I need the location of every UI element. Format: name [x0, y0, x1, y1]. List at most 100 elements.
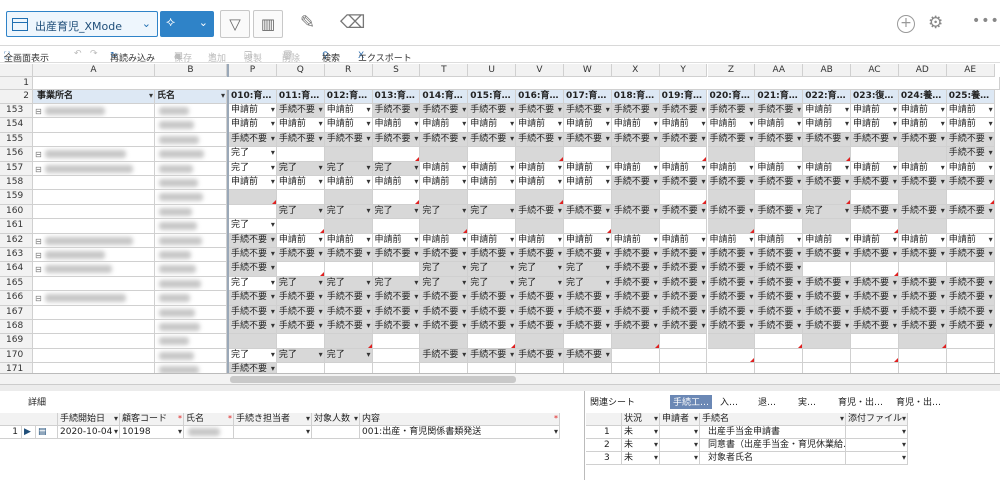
assignee-field[interactable] — [234, 426, 312, 439]
status-cell[interactable]: 申請前 — [803, 118, 852, 133]
procedure-name[interactable]: 同意書（出産手当金・育児休業給… — [700, 439, 846, 452]
status-cell[interactable] — [516, 363, 564, 373]
status-cell[interactable]: 手続不要 — [803, 320, 852, 335]
related-tab[interactable]: 退… — [758, 395, 776, 409]
status-cell[interactable]: 手続不要 — [851, 305, 899, 320]
status-cell[interactable]: 完了 — [229, 276, 277, 292]
status-cell[interactable]: 手続不要 — [707, 176, 756, 191]
person-name-cell[interactable] — [155, 132, 227, 148]
status-cell[interactable]: 手続不要 — [659, 305, 708, 320]
status-cell[interactable] — [946, 219, 995, 234]
status-cell[interactable] — [516, 190, 564, 205]
status-cell[interactable] — [898, 147, 947, 162]
status-cell[interactable] — [563, 363, 612, 373]
status-cell[interactable]: 申請前 — [803, 104, 852, 119]
status-cell[interactable] — [851, 147, 899, 162]
status-cell[interactable] — [229, 204, 277, 220]
filter-button[interactable]: ▽ — [220, 10, 250, 38]
status-cell[interactable] — [611, 219, 660, 234]
row-number[interactable]: 167 — [0, 305, 33, 320]
status-cell[interactable]: 手続不要 — [611, 305, 660, 320]
status-cell[interactable] — [898, 363, 947, 373]
row-number[interactable]: 168 — [0, 320, 33, 335]
status-cell[interactable]: 手続不要 — [803, 305, 852, 320]
status-cell[interactable]: 手続不要 — [755, 291, 804, 306]
status-cell[interactable]: 完了 — [229, 161, 277, 176]
procedure-header[interactable]: 024:養… — [898, 90, 947, 104]
collapse-icon[interactable]: ⊟ — [35, 236, 42, 247]
status-cell[interactable]: 手続不要 — [563, 204, 612, 220]
status-cell[interactable]: 手続不要 — [229, 233, 277, 248]
status-cell[interactable]: 申請前 — [611, 233, 660, 248]
column-header[interactable]: AE — [946, 64, 995, 77]
status-cell[interactable]: 手続不要 — [946, 248, 995, 263]
status-cell[interactable]: 申請前 — [898, 161, 947, 176]
status-cell[interactable]: 申請前 — [420, 118, 469, 133]
status-cell[interactable]: 申請前 — [276, 118, 325, 133]
person-name-cell[interactable] — [155, 262, 227, 277]
column-header[interactable]: AD — [898, 64, 947, 77]
status-cell[interactable] — [324, 334, 373, 349]
status-cell[interactable]: 手続不要 — [563, 348, 612, 364]
status-cell[interactable]: 申請前 — [372, 233, 421, 248]
row-number[interactable]: 170 — [0, 348, 33, 364]
status-cell[interactable]: 手続不要 — [755, 204, 804, 220]
column-header[interactable]: Y — [659, 64, 708, 77]
status-cell[interactable] — [420, 147, 469, 162]
status-cell[interactable]: 申請前 — [420, 161, 469, 176]
status-cell[interactable]: 完了 — [372, 204, 421, 220]
status-cell[interactable]: 手続不要 — [516, 204, 564, 220]
status-cell[interactable]: 手続不要 — [659, 132, 708, 148]
office-name-cell[interactable] — [33, 320, 155, 335]
status-cell[interactable]: 完了 — [229, 219, 277, 234]
status-cell[interactable]: 手続不要 — [611, 320, 660, 335]
status-cell[interactable] — [420, 190, 469, 205]
status-cell[interactable]: 申請前 — [755, 118, 804, 133]
status-cell[interactable]: 手続不要 — [946, 132, 995, 148]
status-cell[interactable]: 手続不要 — [851, 320, 899, 335]
status-cell[interactable]: 手続不要 — [468, 104, 517, 119]
status-cell[interactable]: 手続不要 — [707, 276, 756, 292]
status-cell[interactable]: 手続不要 — [516, 320, 564, 335]
status-cell[interactable]: 完了 — [324, 161, 373, 176]
status-cell[interactable]: 申請前 — [851, 161, 899, 176]
status-cell[interactable]: 申請前 — [946, 161, 995, 176]
status-cell[interactable] — [707, 348, 756, 364]
procedure-header[interactable]: 025:養… — [946, 90, 995, 104]
person-name-cell[interactable] — [155, 118, 227, 133]
office-name-cell[interactable]: ⊟ — [33, 262, 155, 277]
status-cell[interactable]: 手続不要 — [324, 132, 373, 148]
header-person-name[interactable]: 氏名 — [155, 90, 227, 104]
person-name-cell[interactable] — [155, 348, 227, 364]
more-icon[interactable]: ••• — [972, 13, 1000, 29]
collapse-icon[interactable]: ⊟ — [35, 149, 42, 160]
status-cell[interactable]: 手続不要 — [324, 291, 373, 306]
horizontal-scrollbar[interactable] — [0, 374, 1000, 385]
column-header[interactable]: T — [420, 64, 469, 77]
status-cell[interactable] — [803, 334, 852, 349]
status-cell[interactable]: 申請前 — [946, 104, 995, 119]
status-cell[interactable]: 手続不要 — [563, 248, 612, 263]
row-number[interactable]: 157 — [0, 161, 33, 176]
procedure-header[interactable]: 013:育… — [372, 90, 421, 104]
status-cell[interactable] — [946, 262, 995, 277]
person-name-cell[interactable] — [155, 147, 227, 162]
status-field[interactable]: 未 — [622, 439, 660, 452]
collapse-icon[interactable]: ⊟ — [35, 293, 42, 304]
status-cell[interactable]: 手続不要 — [611, 262, 660, 277]
status-cell[interactable]: 申請前 — [755, 233, 804, 248]
status-cell[interactable] — [611, 348, 660, 364]
status-cell[interactable]: 手続不要 — [276, 104, 325, 119]
office-name-cell[interactable] — [33, 276, 155, 292]
office-name-cell[interactable]: ⊟ — [33, 248, 155, 263]
office-name-cell[interactable] — [33, 363, 155, 373]
status-cell[interactable]: 手続不要 — [946, 305, 995, 320]
status-cell[interactable]: 申請前 — [276, 176, 325, 191]
status-cell[interactable]: 手続不要 — [611, 176, 660, 191]
row-number[interactable]: 158 — [0, 176, 33, 191]
status-cell[interactable] — [851, 190, 899, 205]
related-tab[interactable]: 関連シート — [590, 395, 635, 409]
status-cell[interactable] — [755, 334, 804, 349]
row-number[interactable]: 1 — [586, 426, 622, 439]
column-header[interactable]: R — [324, 64, 373, 77]
